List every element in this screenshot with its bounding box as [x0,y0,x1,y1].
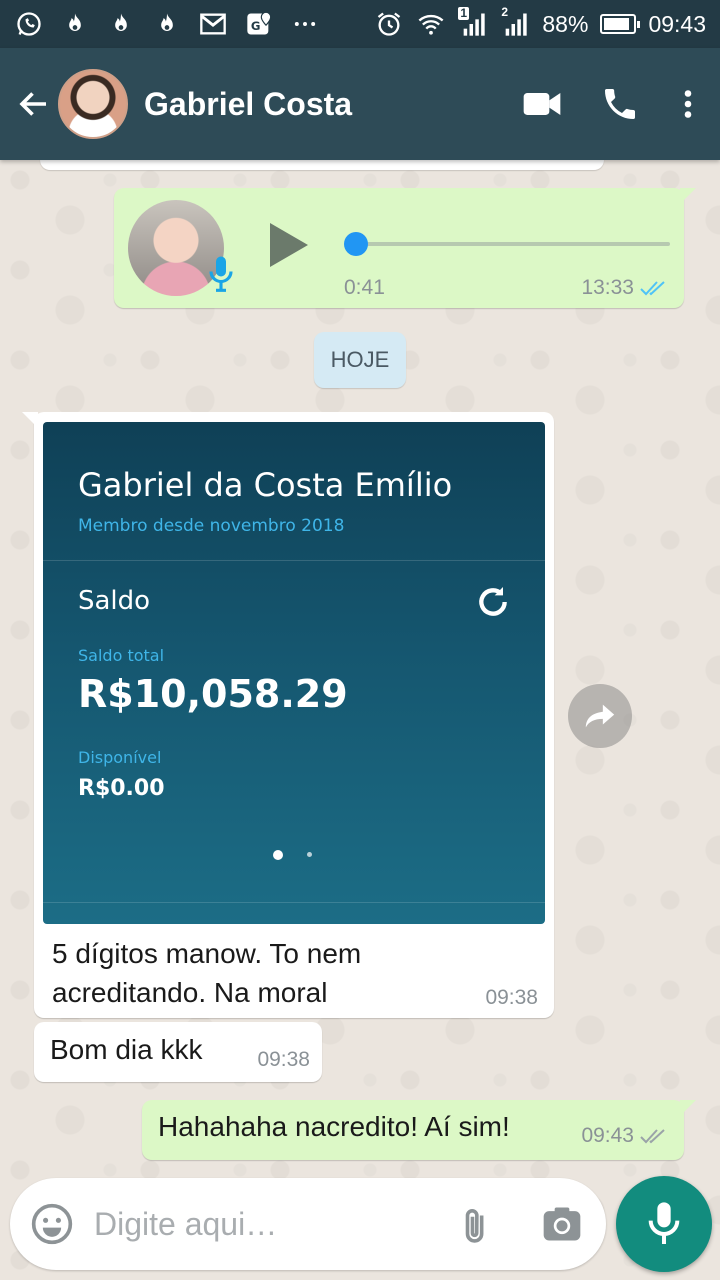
video-call-icon[interactable] [512,74,572,134]
signal-icon: 1 [458,6,488,39]
whatsapp-icon [14,9,44,39]
voice-duration: 0:41 [344,276,385,299]
message-time: 09:38 [257,1048,310,1071]
message-time: 09:38 [485,986,538,1009]
double-check-icon [640,1127,670,1145]
contact-name[interactable]: Gabriel Costa [144,86,512,123]
forward-icon[interactable] [568,684,632,748]
date-divider: HOJE [314,332,406,388]
battery-percent: 88% [542,10,589,37]
svg-text:G: G [251,19,261,33]
card-available-label: Disponível [78,748,162,767]
message-input[interactable] [94,1198,424,1250]
signal-icon: 2 [500,5,530,39]
image-attachment[interactable]: Gabriel da Costa Emílio Membro desde nov… [43,422,545,924]
phone-icon[interactable] [590,74,650,134]
sim1-badge: 1 [458,6,470,20]
card-holder-name: Gabriel da Costa Emílio [78,466,453,504]
flame-icon [60,9,90,39]
status-bar: G 1 2 88% 09:43 [0,0,720,48]
mic-button[interactable] [616,1176,712,1272]
pager-dot-active [273,850,283,860]
flame-icon [106,9,136,39]
refresh-icon [473,582,513,622]
emoji-icon[interactable] [30,1202,74,1246]
card-total-value: R$10,058.29 [78,672,348,716]
voice-message[interactable]: 0:41 13:33 [114,188,696,308]
mic-icon [648,1202,680,1244]
wifi-icon [416,9,446,39]
mic-icon [206,254,236,299]
message-text: Hahahaha nacredito! Aí sim! [158,1111,510,1142]
play-icon[interactable] [266,220,310,270]
chat-header: Gabriel Costa [0,48,720,160]
message-composer [10,1178,606,1270]
card-section-title: Saldo [78,586,151,616]
divider [43,902,545,903]
alarm-icon [374,9,404,39]
divider [43,560,545,561]
audio-progress-track[interactable] [354,242,670,246]
clock: 09:43 [648,10,706,37]
audio-progress-knob[interactable] [344,232,368,256]
card-total-label: Saldo total [78,646,165,665]
incoming-message[interactable]: Bom dia kkk 09:38 [34,1022,322,1082]
gmail-icon [198,9,228,39]
sim2-badge: 2 [501,5,509,19]
camera-icon[interactable] [540,1202,584,1246]
avatar[interactable] [58,69,128,139]
attach-icon[interactable] [452,1200,500,1248]
message-time: 09:43 [581,1124,634,1147]
card-available-value: R$0.00 [78,776,165,801]
double-check-icon [640,279,670,297]
back-arrow-icon[interactable] [14,84,54,124]
message-text: 5 dígitos manow. To nem acreditando. Na … [52,938,362,1008]
flame-icon [152,9,182,39]
more-vert-icon[interactable] [668,74,708,134]
message-text: Bom dia kkk [50,1034,203,1065]
pager-dot [307,852,312,857]
maps-icon: G [244,9,274,39]
more-dots-icon [290,9,320,39]
message-time: 13:33 [581,276,634,299]
battery-icon [600,14,641,34]
card-member-since: Membro desde novembro 2018 [78,516,345,536]
image-message[interactable]: Gabriel da Costa Emílio Membro desde nov… [22,412,554,1018]
outgoing-message[interactable]: Hahahaha nacredito! Aí sim! 09:43 [142,1100,696,1160]
